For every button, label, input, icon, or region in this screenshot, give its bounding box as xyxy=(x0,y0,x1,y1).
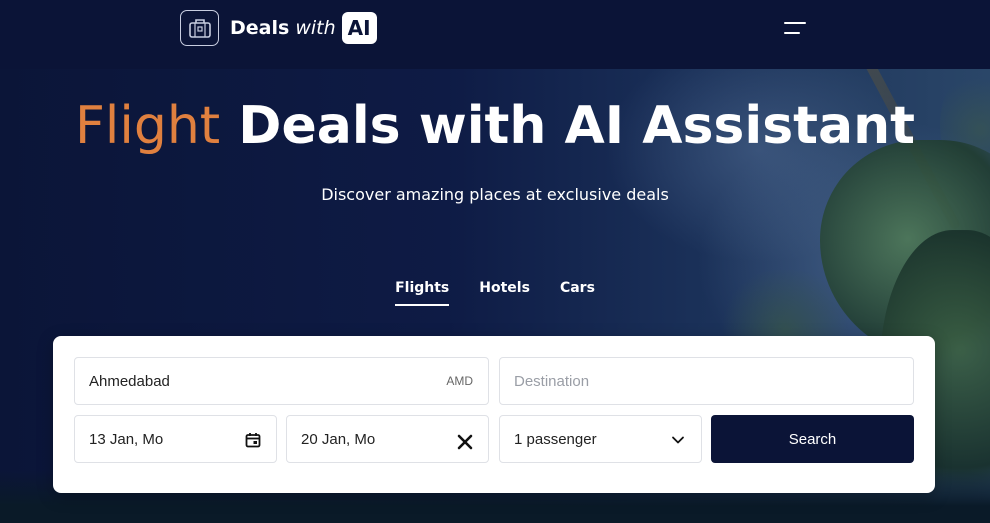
passenger-value: 1 passenger xyxy=(514,430,597,448)
return-date-value: 20 Jan, Mo xyxy=(301,430,376,448)
depart-date-field[interactable]: 13 Jan, Mo xyxy=(74,415,277,463)
search-button[interactable]: Search xyxy=(711,415,914,463)
tab-cars[interactable]: Cars xyxy=(560,278,595,306)
depart-date-value: 13 Jan, Mo xyxy=(89,430,164,448)
origin-field[interactable]: Ahmedabad AMD xyxy=(74,357,489,405)
chevron-down-icon xyxy=(669,431,687,449)
destination-input[interactable] xyxy=(514,372,899,390)
close-icon[interactable] xyxy=(456,433,474,451)
return-date-field[interactable]: 20 Jan, Mo xyxy=(286,415,489,463)
page-title: Flight Deals with AI Assistant xyxy=(0,92,990,160)
search-tabs: Flights Hotels Cars xyxy=(0,278,990,306)
origin-airport-code: AMD xyxy=(446,374,473,388)
hamburger-menu-icon[interactable] xyxy=(784,22,807,38)
navbar: Deals with AI xyxy=(0,0,990,69)
page-subtitle: Discover amazing places at exclusive dea… xyxy=(321,185,669,204)
page-title-accent: Flight xyxy=(75,96,221,156)
brand-name: Deals with AI xyxy=(230,12,377,44)
suitcase-icon xyxy=(180,10,219,46)
destination-field[interactable] xyxy=(499,357,914,405)
brand-name-bold: Deals xyxy=(230,17,290,39)
page-title-main: Deals with AI Assistant xyxy=(238,96,915,156)
brand-logo[interactable]: Deals with AI xyxy=(180,10,377,46)
search-card: Ahmedabad AMD 13 Jan, Mo 20 Jan, Mo 1 pa xyxy=(53,336,935,493)
tab-flights[interactable]: Flights xyxy=(395,278,450,306)
passenger-select[interactable]: 1 passenger xyxy=(499,415,702,463)
brand-ai-badge: AI xyxy=(341,12,377,44)
origin-value: Ahmedabad xyxy=(89,372,170,390)
brand-name-italic: with xyxy=(295,17,336,39)
tab-hotels[interactable]: Hotels xyxy=(479,278,530,306)
calendar-icon[interactable] xyxy=(244,431,262,449)
